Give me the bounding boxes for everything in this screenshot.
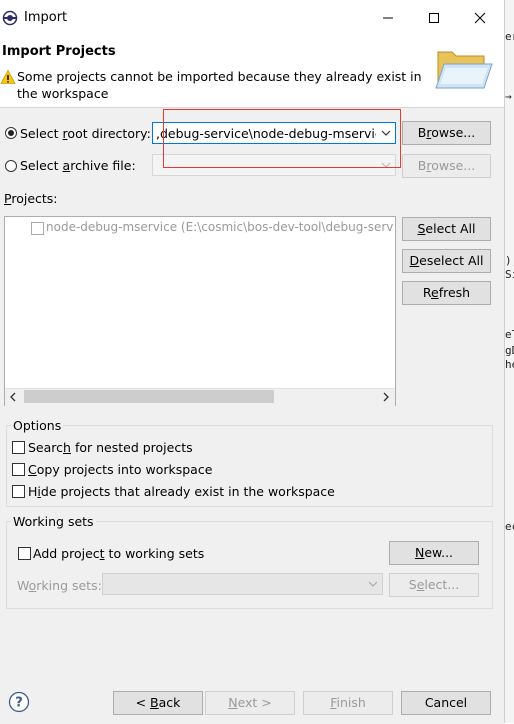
archive-file-radio[interactable] — [5, 160, 17, 172]
deselect-all-button[interactable]: Deselect All — [402, 249, 491, 273]
project-checkbox[interactable] — [31, 222, 44, 235]
background-text: er — [505, 30, 514, 43]
background-text: he — [505, 358, 514, 371]
hide-existing-checkbox[interactable] — [12, 485, 25, 498]
working-sets-title: Working sets — [11, 514, 96, 529]
minimize-button[interactable] — [378, 8, 398, 28]
add-to-working-sets-label[interactable]: Add project to working sets — [33, 546, 204, 561]
background-text: → — [505, 90, 512, 103]
scroll-right-icon[interactable] — [380, 391, 392, 403]
root-directory-label[interactable]: Select root directory: — [20, 126, 151, 141]
copy-projects-label[interactable]: Copy projects into workspace — [28, 462, 212, 477]
chevron-down-icon[interactable] — [380, 159, 392, 171]
background-text: eT — [505, 328, 514, 341]
minimize-icon — [383, 17, 393, 19]
working-sets-label: Working sets: — [17, 578, 102, 593]
select-working-sets-button[interactable]: Select... — [389, 573, 479, 597]
root-directory-value[interactable]: ,debug-service\node-debug-mservice — [156, 126, 376, 141]
chevron-down-icon[interactable] — [367, 578, 379, 590]
archive-file-label[interactable]: Select archive file: — [20, 158, 136, 173]
working-sets-combo[interactable] — [102, 573, 383, 595]
search-nested-label[interactable]: Search for nested projects — [28, 440, 193, 455]
close-icon — [474, 12, 486, 24]
options-title: Options — [11, 418, 64, 433]
projects-label: Projects: — [4, 191, 58, 206]
background-editor-strip: er → ); Si eT gD he ec — [504, 0, 514, 723]
root-directory-combo[interactable]: ,debug-service\node-debug-mservice — [152, 122, 396, 144]
hide-existing-label[interactable]: Hide projects that already exist in the … — [28, 484, 335, 499]
scrollbar-thumb[interactable] — [24, 390, 274, 403]
background-text: ec — [505, 520, 514, 533]
maximize-button[interactable] — [424, 8, 444, 28]
maximize-icon — [429, 13, 439, 23]
window-title: Import — [24, 10, 68, 25]
next-button[interactable]: Next > — [205, 691, 295, 715]
page-title: Import Projects — [2, 44, 116, 59]
background-text: gD — [505, 344, 514, 357]
back-button[interactable]: < Back — [113, 691, 203, 715]
refresh-button[interactable]: Refresh — [402, 281, 491, 305]
browse-archive-button[interactable]: Browse... — [402, 154, 491, 178]
eclipse-app-icon — [2, 10, 18, 26]
scroll-left-icon[interactable] — [7, 391, 19, 403]
warning-message: Some projects cannot be imported because… — [17, 69, 422, 101]
browse-directory-button[interactable]: Browse... — [402, 121, 491, 145]
search-nested-checkbox[interactable] — [12, 441, 25, 454]
projects-list[interactable] — [4, 216, 396, 406]
new-working-set-button[interactable]: New... — [389, 541, 479, 565]
background-text: Si — [505, 268, 514, 281]
copy-projects-checkbox[interactable] — [12, 463, 25, 476]
help-icon[interactable]: ? — [8, 691, 30, 713]
select-all-button[interactable]: Select All — [402, 217, 491, 241]
svg-text:?: ? — [15, 696, 23, 711]
add-to-working-sets-checkbox[interactable] — [18, 547, 31, 560]
finish-button[interactable]: Finish — [303, 691, 393, 715]
cancel-button[interactable]: Cancel — [401, 691, 491, 715]
root-directory-radio[interactable] — [5, 127, 17, 139]
dialog-content — [0, 107, 504, 724]
chevron-down-icon[interactable] — [380, 127, 392, 139]
archive-file-combo[interactable] — [152, 154, 396, 176]
project-item-label[interactable]: node-debug-mservice (E:\cosmic\bos-dev-t… — [46, 220, 394, 234]
warning-icon — [0, 69, 16, 85]
background-text: ); — [505, 254, 514, 267]
folder-import-icon — [434, 42, 494, 96]
close-button[interactable] — [470, 8, 490, 28]
